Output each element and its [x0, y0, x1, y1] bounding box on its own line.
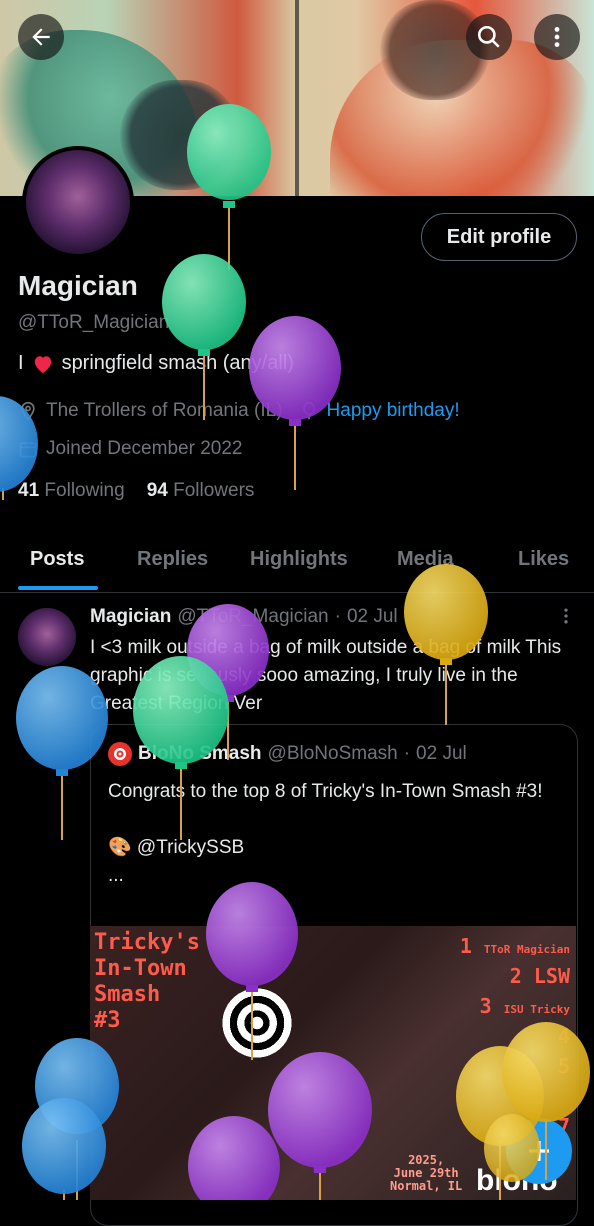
profile-handle: @TToR_Magician [18, 312, 170, 333]
quote-date[interactable]: 02 Jul [416, 743, 467, 765]
tab-replies[interactable]: Replies [137, 548, 208, 571]
poster-date: 2025, June 29th Normal, IL [390, 1153, 463, 1193]
bio-text: springfield smash (any/all) [61, 352, 294, 374]
profile-meta-row: The Trollers of Romania (IL) Happy birth… [18, 400, 460, 422]
profile-tabs: Posts Replies Highlights Media Likes [0, 538, 594, 593]
more-vertical-icon [564, 608, 568, 624]
profile-bio: I springfield smash (any/all) [18, 352, 294, 375]
following-link[interactable]: 41 Following [18, 480, 125, 502]
tweet-date[interactable]: 02 Jul [347, 606, 398, 628]
tab-posts[interactable]: Posts [30, 548, 84, 571]
location-icon [21, 401, 35, 421]
edit-profile-button[interactable]: Edit profile [421, 213, 577, 261]
heart-icon [34, 355, 51, 373]
calendar-icon [19, 441, 37, 458]
banner-art-shadow [120, 80, 240, 190]
poster-title: Tricky's In-Town Smash #3 [94, 930, 200, 1033]
tweet-handle[interactable]: @TToR_Magician [177, 606, 328, 628]
rank-3: 3 ISU Tricky [479, 994, 570, 1018]
rank-4: 4 [557, 1024, 570, 1048]
quote-author[interactable]: BloNo Smash [138, 743, 262, 765]
search-button[interactable] [466, 14, 512, 60]
profile-joined: Joined December 2022 [46, 438, 243, 459]
tweet-text: I <3 milk outside a bag of milk outside … [90, 637, 562, 714]
search-icon [477, 25, 500, 48]
blono-avatar-icon [108, 742, 132, 766]
quote-handle[interactable]: @BloNoSmash [268, 743, 398, 765]
balloon-green-2 [162, 254, 246, 420]
birthday-link[interactable]: Happy birthday! [327, 400, 460, 422]
tweet-author[interactable]: Magician [90, 606, 171, 628]
bio-prefix: I [18, 352, 24, 374]
followers-link[interactable]: 94 Followers [147, 480, 255, 502]
back-button[interactable] [18, 14, 64, 60]
quote-separator: · [403, 743, 411, 764]
tweet-avatar[interactable] [18, 608, 76, 666]
balloon-icon [302, 401, 315, 420]
follow-counts: 41 Following 94 Followers [18, 480, 254, 502]
tweet-separator: · [334, 606, 341, 627]
tab-media[interactable]: Media [397, 548, 454, 571]
plus-icon [529, 1141, 549, 1161]
more-vertical-icon [554, 27, 560, 47]
rank-1: 1 TToR Magician [459, 934, 570, 958]
joined-row: Joined December 2022 [18, 438, 242, 460]
tab-likes[interactable]: Likes [518, 548, 569, 571]
profile-avatar[interactable] [22, 146, 134, 258]
compose-button[interactable] [506, 1118, 572, 1184]
quote-text: Congrats to the top 8 of Tricky's In-Tow… [108, 781, 543, 886]
quote-header: BloNo Smash @BloNoSmash · 02 Jul [108, 742, 467, 766]
more-button[interactable] [534, 14, 580, 60]
profile-name: Magician [18, 270, 138, 301]
active-tab-indicator [18, 586, 98, 590]
banner-panel-divider [295, 0, 299, 196]
tab-highlights[interactable]: Highlights [250, 548, 348, 571]
rank-5: 5 [557, 1054, 570, 1078]
tournament-poster-image[interactable]: Tricky's In-Town Smash #3 1 TToR Magicia… [90, 926, 576, 1200]
tweet-more-button[interactable] [556, 605, 576, 632]
target-logo [220, 986, 294, 1060]
rank-2: 2 LSW [509, 964, 570, 988]
tweet-header: Magician @TToR_Magician · 02 Jul [90, 606, 398, 628]
profile-location: The Trollers of Romania (IL) [46, 400, 283, 421]
arrow-left-icon [32, 28, 50, 46]
